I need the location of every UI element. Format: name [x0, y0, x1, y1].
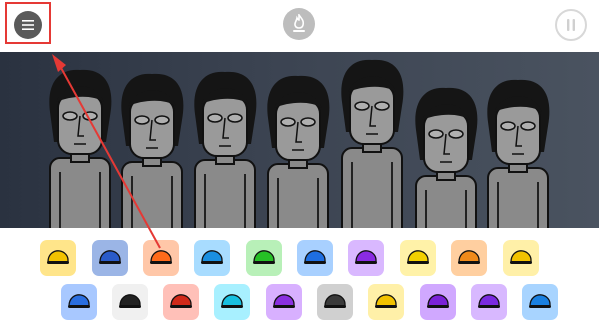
gray-hat-sound-button[interactable]	[317, 284, 353, 320]
yellow-cap-sound-icon	[47, 250, 69, 264]
orange-helmet-sound-button[interactable]	[143, 240, 179, 276]
yellow-face-sound-icon	[407, 250, 429, 264]
blue-cap-sound-button[interactable]	[297, 240, 333, 276]
blue-goggles-sound-button[interactable]	[522, 284, 558, 320]
fire-badge-button[interactable]	[283, 8, 315, 40]
blue-visor-sound-button[interactable]	[92, 240, 128, 276]
cyan-hair-sound-icon	[221, 294, 243, 308]
blue-visor-sound-icon	[99, 250, 121, 264]
red-monster-sound-button[interactable]	[163, 284, 199, 320]
green-band-sound-button[interactable]	[246, 240, 282, 276]
purple-triangle-sound-icon	[355, 250, 377, 264]
orange-splat-sound-icon	[458, 250, 480, 264]
purple-headphones-sound-button[interactable]	[266, 284, 302, 320]
purple-goggles-sound-icon	[478, 294, 500, 308]
yellow-cap-sound-button[interactable]	[40, 240, 76, 276]
pause-icon	[567, 19, 575, 31]
blue-cap-tilt-sound-button[interactable]	[61, 284, 97, 320]
blue-goggles-sound-icon	[529, 294, 551, 308]
performer-2[interactable]	[121, 73, 184, 228]
orange-splat-sound-button[interactable]	[451, 240, 487, 276]
yellow-cap-2-sound-icon	[375, 294, 397, 308]
menu-button[interactable]	[14, 11, 42, 39]
purple-headphones-sound-icon	[273, 294, 295, 308]
performer-3[interactable]	[194, 71, 257, 228]
performer-1[interactable]	[49, 69, 112, 228]
sound-palette	[0, 228, 599, 336]
performer-5[interactable]	[341, 59, 404, 228]
performers-group	[49, 59, 550, 228]
yellow-beak-sound-button[interactable]	[503, 240, 539, 276]
blue-cap-tilt-sound-icon	[68, 294, 90, 308]
white-smile-sound-button[interactable]	[112, 284, 148, 320]
menu-icon	[22, 20, 34, 30]
purple-headphones-2-sound-button[interactable]	[420, 284, 456, 320]
performer-stage	[0, 52, 599, 228]
red-monster-sound-icon	[170, 294, 192, 308]
yellow-face-sound-button[interactable]	[400, 240, 436, 276]
fire-badge-icon	[293, 14, 305, 32]
yellow-beak-sound-icon	[510, 250, 532, 264]
green-band-sound-icon	[253, 250, 275, 264]
orange-helmet-sound-icon	[150, 250, 172, 264]
pause-button[interactable]	[555, 9, 587, 41]
purple-triangle-sound-button[interactable]	[348, 240, 384, 276]
performer-6[interactable]	[415, 87, 478, 228]
blue-glasses-sound-icon	[201, 250, 223, 264]
blue-glasses-sound-button[interactable]	[194, 240, 230, 276]
performer-4[interactable]	[267, 75, 330, 228]
purple-goggles-sound-button[interactable]	[471, 284, 507, 320]
purple-headphones-2-sound-icon	[427, 294, 449, 308]
cyan-hair-sound-button[interactable]	[214, 284, 250, 320]
yellow-cap-2-sound-button[interactable]	[368, 284, 404, 320]
gray-hat-sound-icon	[324, 294, 346, 308]
top-toolbar	[0, 0, 599, 52]
performer-7[interactable]	[487, 79, 550, 228]
blue-cap-sound-icon	[304, 250, 326, 264]
white-smile-sound-icon	[119, 294, 141, 308]
